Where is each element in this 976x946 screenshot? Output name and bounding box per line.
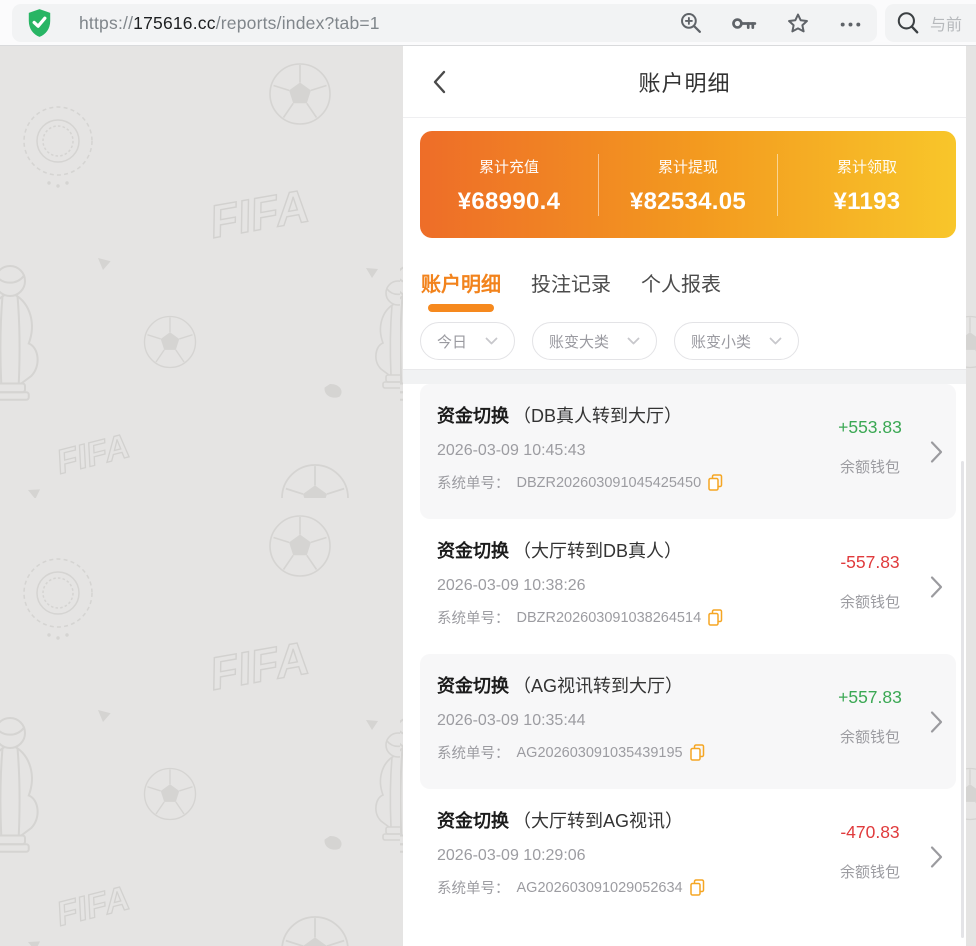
transaction-row[interactable]: 资金切换（AG视讯转到大厅） 2026-03-09 10:35:44 系统单号：… [420, 654, 956, 789]
more-ellipsis-icon[interactable] [838, 11, 863, 36]
transaction-desc: （大厅转到AG视讯） [513, 811, 683, 831]
chevron-down-icon [769, 337, 782, 345]
transaction-type: 资金切换 [437, 541, 509, 561]
security-shield-icon [26, 8, 53, 38]
transaction-desc: （大厅转到DB真人） [513, 541, 682, 561]
filter-label: 账变大类 [549, 331, 609, 352]
transaction-row[interactable]: 资金切换（大厅转到AG视讯） 2026-03-09 10:29:06 系统单号：… [420, 789, 956, 924]
transaction-desc: （DB真人转到大厅） [513, 406, 682, 426]
stat-label: 累计充值 [420, 156, 598, 177]
url-domain: 175616.cc [133, 13, 216, 33]
totals-card: 累计充值 ¥68990.4 累计提现 ¥82534.05 累计领取 ¥1193 [420, 131, 956, 238]
page-title: 账户明细 [638, 66, 730, 98]
transaction-amount-block: -557.83 余额钱包 [814, 552, 926, 612]
tab-label: 账户明细 [421, 274, 501, 296]
transaction-type: 资金切换 [437, 676, 509, 696]
chevron-right-icon[interactable] [930, 710, 943, 733]
order-label: 系统单号： [437, 607, 510, 628]
stat-value: ¥82534.05 [599, 188, 777, 216]
filter-major-category-dropdown[interactable]: 账变大类 [532, 322, 657, 360]
filter-label: 账变小类 [691, 331, 751, 352]
stat-label: 累计领取 [778, 156, 956, 177]
transaction-amount: +557.83 [814, 687, 926, 708]
transaction-amount: +553.83 [814, 417, 926, 438]
order-label: 系统单号： [437, 742, 510, 763]
tab-label: 投注记录 [531, 274, 611, 296]
order-number: AG202603091035439195 [517, 745, 683, 761]
chevron-down-icon [627, 337, 640, 345]
zoom-in-icon[interactable] [679, 11, 704, 36]
transaction-wallet: 余额钱包 [814, 456, 926, 477]
order-number: DBZR202603091045425450 [517, 475, 702, 491]
transaction-amount: -470.83 [814, 822, 926, 843]
transaction-amount-block: +553.83 余额钱包 [814, 417, 926, 477]
browser-search-box[interactable]: 与前 [885, 4, 976, 42]
chevron-right-icon[interactable] [930, 440, 943, 463]
copy-icon[interactable] [690, 879, 705, 896]
active-tab-indicator [428, 304, 494, 312]
tab-personal-report[interactable]: 个人报表 [641, 268, 721, 312]
order-label: 系统单号： [437, 472, 510, 493]
stat-total-claimed: 累计领取 ¥1193 [777, 154, 956, 216]
order-number: DBZR202603091038264514 [517, 610, 702, 626]
url-field[interactable]: https://175616.cc/reports/index?tab=1 [79, 13, 667, 34]
copy-icon[interactable] [690, 744, 705, 761]
stat-total-deposit: 累计充值 ¥68990.4 [420, 154, 598, 216]
transaction-type: 资金切换 [437, 406, 509, 426]
filter-bar: 今日 账变大类 账变小类 [403, 312, 966, 369]
password-key-icon[interactable] [731, 11, 758, 36]
transaction-wallet: 余额钱包 [814, 861, 926, 882]
chevron-left-icon [429, 69, 449, 95]
browser-toolbar: https://175616.cc/reports/index?tab=1 [0, 0, 976, 46]
url-path: /reports/index?tab=1 [216, 13, 380, 33]
panel-header: 账户明细 [403, 46, 966, 118]
chevron-right-icon[interactable] [930, 575, 943, 598]
copy-icon[interactable] [708, 609, 723, 626]
transaction-wallet: 余额钱包 [814, 591, 926, 612]
filter-label: 今日 [437, 331, 467, 352]
transaction-amount-block: +557.83 余额钱包 [814, 687, 926, 747]
report-tabs: 账户明细 投注记录 个人报表 [403, 238, 966, 312]
transaction-amount-block: -470.83 余额钱包 [814, 822, 926, 882]
order-label: 系统单号： [437, 877, 510, 898]
tab-bet-records[interactable]: 投注记录 [531, 268, 611, 312]
report-panel: 账户明细 累计充值 ¥68990.4 累计提现 ¥82534.05 累计领取 ¥… [403, 46, 966, 946]
stat-value: ¥68990.4 [420, 188, 598, 216]
section-divider [403, 369, 966, 384]
tab-label: 个人报表 [641, 274, 721, 296]
url-scheme: https:// [79, 13, 133, 33]
transaction-row[interactable]: 资金切换（DB真人转到大厅） 2026-03-09 10:45:43 系统单号：… [420, 384, 956, 519]
order-number: AG202603091029052634 [517, 880, 683, 896]
stat-total-withdraw: 累计提现 ¥82534.05 [598, 154, 777, 216]
bookmark-star-icon[interactable] [785, 11, 811, 36]
page-background: FIFA FIFA 账户明细 [0, 46, 976, 946]
transaction-type: 资金切换 [437, 811, 509, 831]
back-button[interactable] [429, 67, 455, 97]
search-suggestion-text: 与前 [930, 11, 962, 35]
search-icon [895, 10, 921, 36]
chevron-right-icon[interactable] [930, 845, 943, 868]
filter-date-dropdown[interactable]: 今日 [420, 322, 515, 360]
copy-icon[interactable] [708, 474, 723, 491]
chevron-down-icon [485, 337, 498, 345]
tab-account-details[interactable]: 账户明细 [421, 268, 501, 312]
stat-value: ¥1193 [778, 188, 956, 216]
address-bar[interactable]: https://175616.cc/reports/index?tab=1 [12, 4, 877, 42]
transaction-wallet: 余额钱包 [814, 726, 926, 747]
transaction-row[interactable]: 资金切换（大厅转到DB真人） 2026-03-09 10:38:26 系统单号：… [420, 519, 956, 654]
scrollbar[interactable] [961, 461, 964, 938]
transaction-amount: -557.83 [814, 552, 926, 573]
transaction-desc: （AG视讯转到大厅） [513, 676, 683, 696]
transaction-list: 资金切换（DB真人转到大厅） 2026-03-09 10:45:43 系统单号：… [403, 384, 966, 924]
stat-label: 累计提现 [599, 156, 777, 177]
filter-minor-category-dropdown[interactable]: 账变小类 [674, 322, 799, 360]
